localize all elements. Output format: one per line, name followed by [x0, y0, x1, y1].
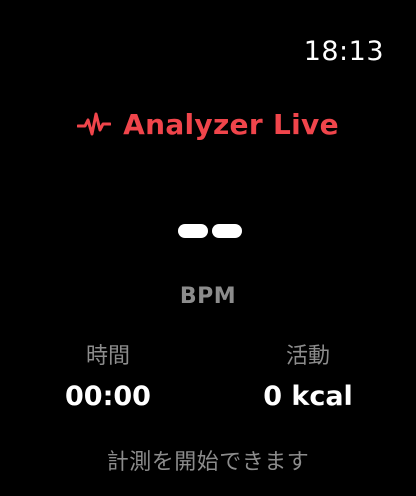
time-label: 時間 [85, 344, 130, 369]
placeholder-dash [178, 224, 208, 238]
activity-value: 0 kcal [263, 381, 353, 412]
activity-label: 活動 [285, 344, 330, 369]
heart-pulse-icon [76, 110, 112, 140]
time-metric: 時間 00:00 [48, 342, 168, 414]
time-value: 00:00 [65, 381, 151, 412]
watch-screen: 18:13 Analyzer Live BPM 時間 00:00 活動 0 kc… [0, 0, 416, 496]
app-header: Analyzer Live [0, 108, 416, 141]
placeholder-dash [212, 224, 242, 238]
activity-metric: 活動 0 kcal [248, 342, 368, 414]
bpm-value-placeholder [178, 224, 242, 238]
status-clock: 18:13 [303, 36, 384, 67]
app-title: Analyzer Live [123, 108, 339, 141]
status-message: 計測を開始できます [106, 450, 310, 475]
bpm-unit-label: BPM [179, 284, 237, 309]
